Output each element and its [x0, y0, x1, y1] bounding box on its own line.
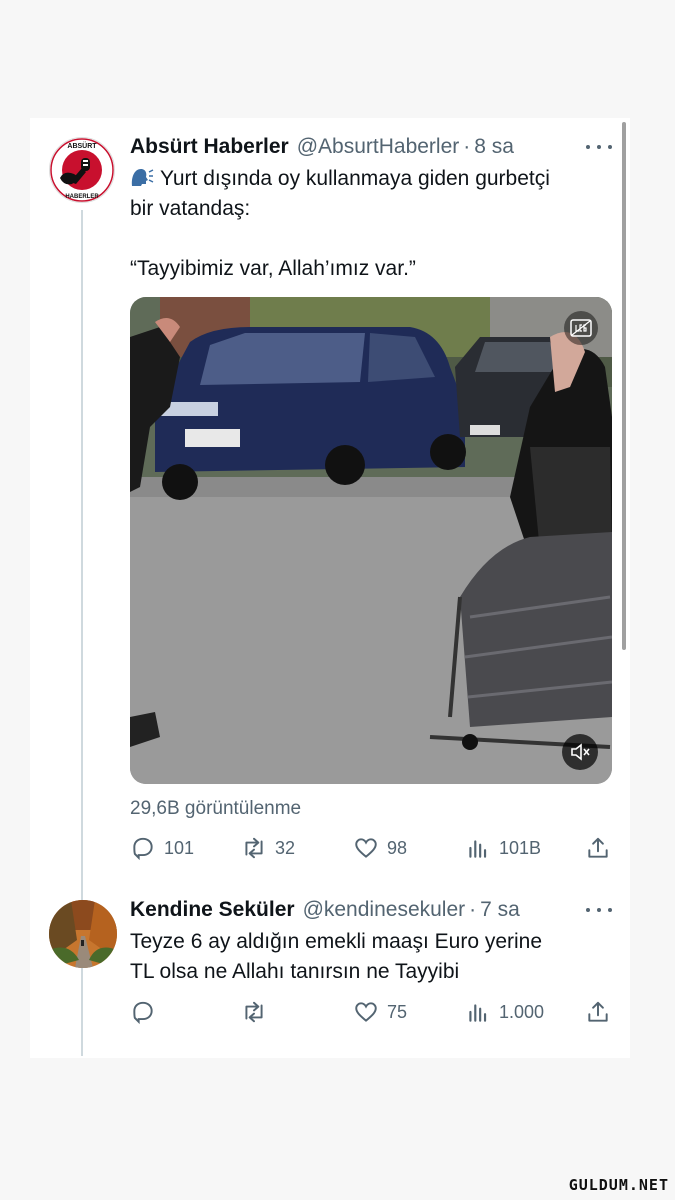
mute-icon[interactable] — [562, 734, 598, 770]
absurt-haberler-logo-icon: ABSÜRT HABERLER — [50, 138, 114, 202]
share-button[interactable] — [585, 834, 611, 862]
share-icon — [588, 837, 608, 858]
gif-badge-icon[interactable] — [564, 311, 598, 345]
avatar[interactable]: ABSÜRT HABERLER — [49, 137, 115, 203]
analytics-button[interactable]: 101B — [465, 834, 541, 862]
tweet-header: Kendine Seküler @kendinesekuler · 7 sa — [130, 896, 520, 924]
tweet-time[interactable]: 7 sa — [480, 898, 520, 922]
like-count: 75 — [387, 1001, 408, 1022]
separator: · — [463, 135, 471, 158]
like-count: 98 — [387, 837, 408, 858]
heart-icon — [355, 838, 377, 858]
tweet-text-line: TL olsa ne Allahı tanırsın ne Tayyibi — [130, 960, 460, 983]
tweet-actions: 75 1.000 — [130, 998, 612, 1026]
tweet-text-line: bir vatandaş: — [130, 197, 251, 220]
view-count: 1.000 — [499, 1001, 545, 1022]
more-options-icon[interactable] — [586, 142, 612, 152]
tweet-video[interactable] — [130, 297, 612, 784]
more-options-icon[interactable] — [586, 905, 612, 915]
tweet-actions: 101 32 98 101B — [130, 834, 612, 862]
heart-icon — [355, 1002, 377, 1022]
retweet-button[interactable] — [241, 998, 275, 1026]
svg-text:ABSÜRT: ABSÜRT — [67, 141, 97, 150]
tweet-header: Absürt Haberler @AbsurtHaberler · 8 sa — [130, 133, 514, 161]
view-count: 101B — [499, 837, 542, 858]
like-button[interactable]: 75 — [353, 998, 407, 1026]
avatar[interactable] — [49, 900, 117, 968]
retweet-count: 32 — [275, 837, 296, 858]
author-handle[interactable]: @AbsurtHaberler — [297, 135, 460, 159]
analytics-icon — [469, 1004, 487, 1022]
tweet-text-line: “Tayyibimiz var, Allah’ımız var.” — [130, 257, 416, 280]
author-name[interactable]: Absürt Haberler — [130, 135, 289, 159]
scrollbar[interactable] — [622, 122, 626, 650]
video-frame — [130, 297, 612, 784]
reply-icon — [133, 1001, 153, 1025]
retweet-button[interactable]: 32 — [241, 834, 295, 862]
svg-text:HABERLER: HABERLER — [65, 194, 99, 200]
retweet-icon — [245, 1001, 263, 1023]
reply-count: 101 — [164, 837, 195, 858]
analytics-icon — [469, 840, 487, 858]
speaking-head-icon — [130, 166, 154, 188]
reply-button[interactable] — [130, 998, 164, 1026]
timeline-card: ABSÜRT HABERLER Absürt Haberler @AbsurtH… — [30, 118, 630, 1058]
like-button[interactable]: 98 — [353, 834, 407, 862]
analytics-button[interactable]: 1.000 — [465, 998, 544, 1026]
retweet-icon — [245, 837, 263, 859]
separator: · — [469, 898, 477, 921]
author-name[interactable]: Kendine Seküler — [130, 898, 295, 922]
tweet-text-line: Teyze 6 ay aldığın emekli maaşı Euro yer… — [130, 930, 543, 953]
views-count[interactable]: 29,6B görüntülenme — [130, 798, 301, 820]
share-button[interactable] — [585, 998, 611, 1026]
autumn-path-avatar-icon — [49, 900, 117, 968]
tweet-text-line: Yurt dışında oy kullanmaya giden gurbetç… — [130, 164, 550, 194]
tweet-time[interactable]: 8 sa — [474, 135, 514, 159]
author-handle[interactable]: @kendinesekuler — [303, 898, 466, 922]
reply-icon — [133, 837, 153, 861]
reply-button[interactable]: 101 — [130, 834, 194, 862]
watermark: GULDUM.NET — [568, 1176, 669, 1194]
share-icon — [588, 1001, 608, 1022]
